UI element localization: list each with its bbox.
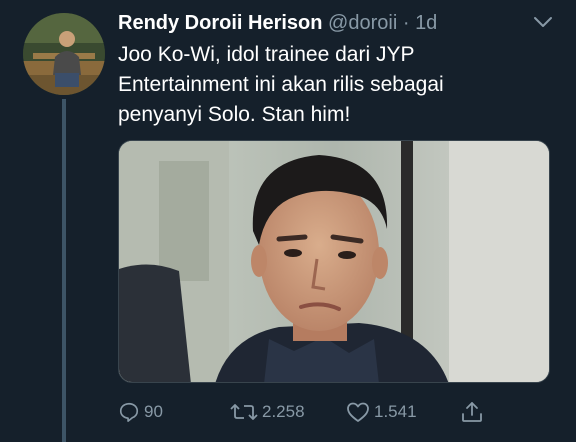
tweet-text: Joo Ko-Wi, idol trainee dari JYP Enterta… [118, 40, 558, 130]
reply-count: 90 [144, 402, 163, 421]
author-handle[interactable]: @doroii [328, 12, 397, 34]
thread-line [62, 99, 66, 442]
tweet-text-line: penyanyi Solo. Stan him! [118, 103, 351, 126]
tweet[interactable]: Rendy Doroii Herison @doroii · 1d Joo Ko… [0, 0, 576, 442]
photo-portrait [119, 141, 549, 382]
tweet-text-line: Entertainment ini akan rilis sebagai [118, 73, 444, 96]
chevron-down-icon[interactable] [532, 14, 554, 30]
tweet-header: Rendy Doroii Herison @doroii · 1d [118, 10, 536, 36]
tweet-photo[interactable] [118, 140, 550, 383]
tweet-text-line: Joo Ko-Wi, idol trainee dari JYP [118, 43, 415, 66]
reply-icon [118, 401, 140, 423]
share-icon [460, 400, 484, 424]
retweet-button[interactable]: 2.258 [230, 398, 305, 426]
separator-dot: · [402, 12, 410, 34]
reply-button[interactable]: 90 [118, 398, 163, 426]
author-name[interactable]: Rendy Doroii Herison [118, 12, 322, 34]
share-button[interactable] [460, 398, 484, 426]
tweet-time[interactable]: 1d [415, 12, 437, 34]
like-count: 1.541 [374, 402, 417, 421]
avatar[interactable] [23, 13, 105, 95]
retweet-count: 2.258 [262, 402, 305, 421]
like-button[interactable]: 1.541 [346, 398, 417, 426]
retweet-icon [230, 401, 258, 423]
like-icon [346, 401, 370, 423]
tweet-actions: 90 2.258 1.541 [118, 398, 558, 426]
avatar-image [23, 13, 105, 95]
